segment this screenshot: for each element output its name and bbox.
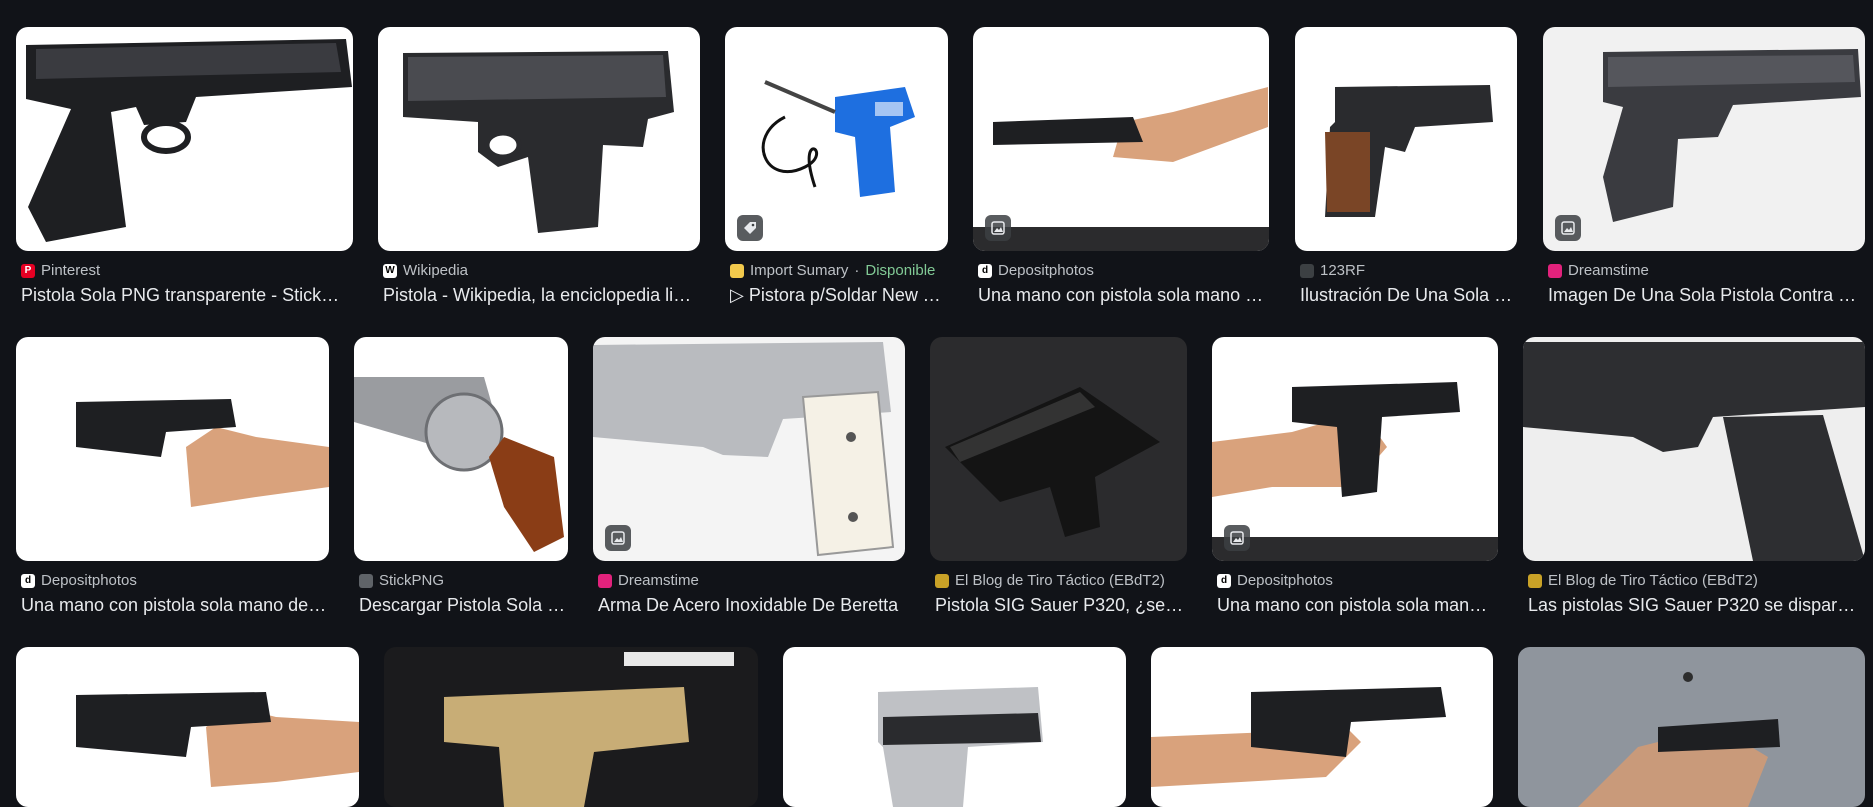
image-icon — [1561, 221, 1575, 235]
result-source[interactable]: Dreamstime — [1548, 262, 1649, 279]
result-thumbnail[interactable] — [16, 27, 353, 251]
image-icon — [611, 531, 625, 545]
result-card[interactable] — [384, 647, 758, 807]
sig-sauer-pistol-image — [945, 387, 1160, 537]
wikipedia-icon: W — [383, 263, 397, 278]
hand-pistol-image — [1151, 687, 1446, 787]
result-thumbnail[interactable] — [354, 337, 568, 561]
result-card[interactable]: Dreamstime Imagen De Una Sola Pistola Co… — [1543, 27, 1865, 317]
result-thumbnail[interactable] — [1518, 647, 1865, 807]
image-badge — [1555, 215, 1581, 241]
result-source[interactable]: W Wikipedia — [383, 262, 468, 279]
pinterest-icon: P — [21, 263, 35, 278]
result-card[interactable]: El Blog de Tiro Táctico (EBdT2) Las pist… — [1523, 337, 1865, 627]
tan-pistol-image — [444, 652, 734, 807]
result-card[interactable]: StickPNG Descargar Pistola Sola PNG — [354, 337, 568, 627]
result-thumbnail[interactable] — [725, 27, 948, 251]
result-thumbnail[interactable] — [783, 647, 1126, 807]
availability-label: Disponible — [865, 262, 936, 279]
result-title[interactable]: Una mano con pistola sola mano de hombre — [21, 595, 327, 616]
result-title[interactable]: Pistola SIG Sauer P320, ¿se dispara sola… — [935, 595, 1185, 616]
result-title[interactable]: Las pistolas SIG Sauer P320 se disparan … — [1528, 595, 1863, 616]
result-thumbnail[interactable] — [16, 647, 359, 807]
result-thumbnail[interactable] — [593, 337, 905, 561]
depositphotos-icon: d — [1217, 573, 1231, 588]
result-card[interactable]: P Pinterest Pistola Sola PNG transparent… — [16, 27, 353, 317]
result-title[interactable]: Arma De Acero Inoxidable De Beretta — [598, 595, 903, 616]
pistol-image — [403, 51, 674, 233]
ebdt2-icon — [935, 573, 949, 588]
result-title[interactable]: Una mano con pistola sola mano de hombre — [1217, 595, 1496, 616]
stickpng-icon — [359, 573, 373, 588]
result-thumbnail[interactable] — [1543, 27, 1865, 251]
dreamstime-icon — [1548, 263, 1562, 278]
result-source[interactable]: El Blog de Tiro Táctico (EBdT2) — [1528, 572, 1758, 589]
stainless-pistol-image — [593, 342, 895, 557]
depositphotos-icon: d — [978, 263, 992, 278]
result-source[interactable]: d Depositphotos — [978, 262, 1094, 279]
pistol-image — [1603, 49, 1861, 222]
result-source[interactable]: El Blog de Tiro Táctico (EBdT2) — [935, 572, 1165, 589]
result-source[interactable]: P Pinterest — [21, 262, 100, 279]
hand-pistol-image — [1212, 382, 1498, 561]
pistol-closeup-image — [1523, 342, 1865, 561]
result-card[interactable]: 123RF Ilustración De Una Sola Pistola — [1295, 27, 1517, 317]
tag-badge — [737, 215, 763, 241]
depositphotos-icon: d — [21, 573, 35, 588]
result-card[interactable] — [783, 647, 1126, 807]
result-thumbnail[interactable] — [378, 27, 700, 251]
pistol-image — [26, 39, 352, 242]
result-thumbnail[interactable] — [1151, 647, 1493, 807]
result-source[interactable]: 123RF — [1300, 262, 1365, 279]
123rf-icon — [1300, 263, 1314, 278]
result-title[interactable]: Imagen De Una Sola Pistola Contra El Fon… — [1548, 285, 1863, 306]
image-badge — [605, 525, 631, 551]
result-card[interactable]: Import Sumary · Disponible ▷ Pistora p/S… — [725, 27, 948, 317]
result-card[interactable]: W Wikipedia Pistola - Wikipedia, la enci… — [378, 27, 700, 317]
result-source[interactable]: StickPNG — [359, 572, 444, 589]
result-thumbnail[interactable] — [1523, 337, 1865, 561]
result-card[interactable]: El Blog de Tiro Táctico (EBdT2) Pistola … — [930, 337, 1187, 627]
result-thumbnail[interactable] — [1212, 337, 1498, 561]
result-source[interactable]: d Depositphotos — [1217, 572, 1333, 589]
import-sumary-icon — [730, 263, 744, 278]
revolver-image — [354, 377, 564, 552]
glock-pistol-image — [878, 687, 1043, 807]
result-thumbnail[interactable] — [930, 337, 1187, 561]
result-card[interactable]: Dreamstime Arma De Acero Inoxidable De B… — [593, 337, 905, 627]
result-title[interactable]: Pistola Sola PNG transparente - StickPNG — [21, 285, 351, 306]
result-card[interactable] — [1518, 647, 1865, 807]
hand-pistol-image — [973, 87, 1269, 251]
result-thumbnail[interactable] — [384, 647, 758, 807]
result-card[interactable] — [1151, 647, 1493, 807]
image-icon — [1230, 531, 1244, 545]
tag-icon — [744, 222, 756, 234]
result-card[interactable]: d Depositphotos Una mano con pistola sol… — [973, 27, 1269, 317]
image-icon — [991, 221, 1005, 235]
hand-pistol-image — [76, 692, 359, 787]
hand-pistol-image — [76, 399, 329, 507]
shooting-hand-image — [1578, 672, 1780, 807]
result-title[interactable]: Una mano con pistola sola mano de hombre — [978, 285, 1267, 306]
result-source[interactable]: d Depositphotos — [21, 572, 137, 589]
image-badge — [1224, 525, 1250, 551]
result-title[interactable]: Ilustración De Una Sola Pistola — [1300, 285, 1515, 306]
pistol-illustration-image — [1325, 85, 1493, 217]
result-title[interactable]: Pistola - Wikipedia, la enciclopedia lib… — [383, 285, 698, 306]
result-thumbnail[interactable] — [973, 27, 1269, 251]
image-badge — [985, 215, 1011, 241]
result-source[interactable]: Dreamstime — [598, 572, 699, 589]
result-thumbnail[interactable] — [1295, 27, 1517, 251]
dreamstime-icon — [598, 573, 612, 588]
result-thumbnail[interactable] — [16, 337, 329, 561]
result-card[interactable]: d Depositphotos Una mano con pistola sol… — [1212, 337, 1498, 627]
result-card[interactable]: d Depositphotos Una mano con pistola sol… — [16, 337, 329, 627]
result-title[interactable]: Descargar Pistola Sola PNG — [359, 595, 566, 616]
ebdt2-icon — [1528, 573, 1542, 588]
result-card[interactable] — [16, 647, 359, 807]
result-source[interactable]: Import Sumary · Disponible — [730, 262, 935, 279]
result-title[interactable]: ▷ Pistora p/Soldar New Tools — [730, 285, 946, 306]
